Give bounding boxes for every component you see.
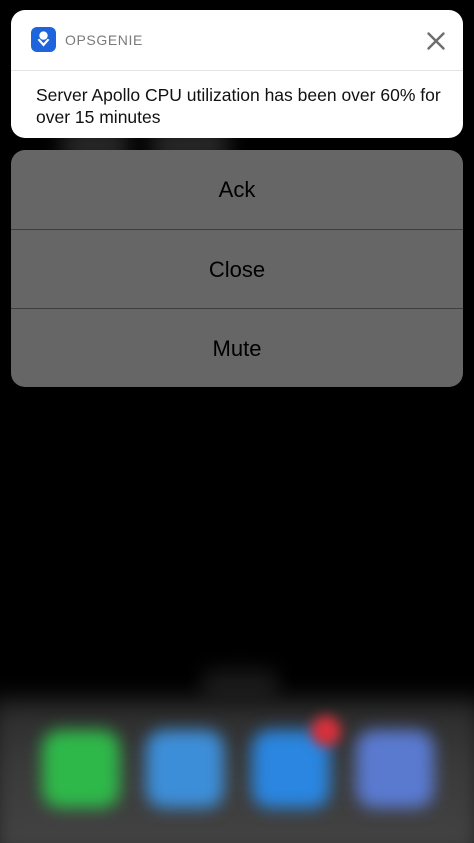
app-icon	[356, 730, 434, 808]
phone-app-icon	[42, 730, 120, 808]
notification-card[interactable]: OPSGENIE Server Apollo CPU utilization h…	[11, 10, 463, 138]
app-name: OPSGENIE	[65, 32, 143, 48]
ack-button[interactable]: Ack	[11, 150, 463, 229]
notification-actions: Ack Close Mute	[11, 150, 463, 387]
notification-header: OPSGENIE	[11, 10, 463, 71]
mail-badge	[311, 716, 341, 746]
mute-button[interactable]: Mute	[11, 308, 463, 387]
safari-app-icon	[146, 730, 224, 808]
notification-message: Server Apollo CPU utilization has been o…	[36, 85, 441, 127]
opsgenie-logo-icon	[31, 27, 56, 52]
close-icon[interactable]	[424, 29, 448, 53]
blurred-widget	[200, 670, 280, 700]
close-button[interactable]: Close	[11, 229, 463, 309]
